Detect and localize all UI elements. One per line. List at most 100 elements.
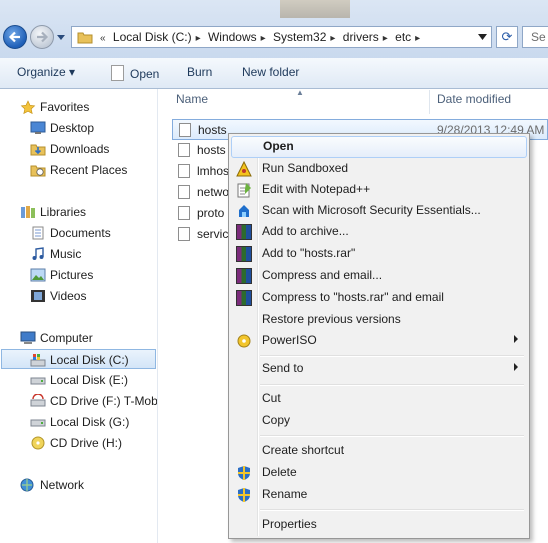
menu-item-poweriso[interactable]: PowerISO: [231, 330, 527, 352]
burn-button[interactable]: Burn: [187, 65, 212, 79]
column-header-name[interactable]: Name: [176, 92, 208, 106]
breadcrumb-windows[interactable]: Windows: [208, 30, 257, 44]
menu-cut-label: Cut: [262, 391, 281, 405]
context-menu: Open Run Sandboxed Edit with Notepad++ S…: [228, 133, 530, 539]
chevron-right-icon[interactable]: ▸: [196, 33, 201, 44]
forward-button[interactable]: [30, 25, 54, 49]
videos-icon: [31, 290, 45, 302]
menu-delete-label: Delete: [262, 465, 297, 479]
chevron-right-icon[interactable]: ▸: [330, 33, 335, 44]
menu-item-open[interactable]: Open: [231, 136, 527, 158]
menu-copy-label: Copy: [262, 413, 291, 427]
breadcrumb-system32[interactable]: System32: [273, 30, 326, 44]
pane-divider[interactable]: [157, 89, 158, 543]
menu-item-restore-versions[interactable]: Restore previous versions: [231, 309, 527, 331]
menu-item-properties[interactable]: Properties: [231, 514, 527, 536]
winrar-icon: [236, 268, 252, 284]
organize-button[interactable]: Organize ▾: [17, 65, 75, 79]
menu-item-rename[interactable]: Rename: [231, 484, 527, 506]
search-input[interactable]: Se: [522, 26, 548, 48]
menu-shortcut-label: Create shortcut: [262, 443, 345, 457]
open-button[interactable]: Open: [111, 65, 159, 81]
cd-drive-icon: [30, 394, 46, 407]
nav-recent-label: Recent Places: [50, 163, 128, 177]
poweriso-disc-icon: [237, 334, 251, 348]
menu-item-add-archive[interactable]: Add to archive...: [231, 221, 527, 243]
security-essentials-icon: [239, 205, 249, 217]
recent-pages-dropdown[interactable]: [56, 32, 66, 42]
menu-restore-label: Restore previous versions: [262, 312, 401, 326]
address-box[interactable]: « Local Disk (C:) ▸ Windows ▸ System32 ▸ dr…: [71, 26, 492, 48]
music-icon: [32, 247, 44, 260]
folder-icon: [77, 32, 93, 44]
submenu-arrow-icon: [514, 335, 518, 343]
drive-icon: [30, 419, 46, 427]
nav-drive-g-label: Local Disk (G:): [50, 415, 130, 429]
menu-item-cut[interactable]: Cut: [231, 388, 527, 410]
menu-item-scan-mse[interactable]: Scan with Microsoft Security Essentials.…: [231, 200, 527, 222]
submenu-arrow-icon: [514, 363, 518, 371]
menu-separator: [260, 355, 524, 357]
breadcrumb-etc[interactable]: etc: [395, 30, 411, 44]
file-name: proto: [197, 206, 225, 220]
documents-icon: [32, 226, 44, 240]
chevron-right-icon[interactable]: ▸: [261, 33, 266, 44]
column-header-date[interactable]: Date modified: [437, 92, 511, 106]
file-name: lmhos: [197, 164, 230, 178]
back-button[interactable]: [3, 25, 27, 49]
menu-item-add-rar[interactable]: Add to "hosts.rar": [231, 243, 527, 265]
winrar-icon: [236, 224, 252, 240]
refresh-button[interactable]: ⟳: [496, 26, 518, 48]
nav-videos-label: Videos: [50, 289, 87, 303]
recent-places-icon: [30, 165, 46, 177]
menu-item-create-shortcut[interactable]: Create shortcut: [231, 440, 527, 462]
sandbox-icon: [236, 161, 252, 177]
cd-disc-icon: [31, 436, 45, 450]
file-icon: [178, 227, 190, 241]
nav-libraries-label: Libraries: [40, 205, 87, 219]
chevron-right-icon[interactable]: ▸: [415, 33, 420, 44]
file-icon: [179, 123, 191, 137]
menu-item-send-to[interactable]: Send to: [231, 358, 527, 380]
downloads-folder-icon: [30, 144, 46, 156]
menu-open-label: Open: [263, 139, 294, 153]
file-name: netwo: [197, 185, 230, 199]
winrar-icon: [236, 246, 252, 262]
menu-item-run-sandboxed[interactable]: Run Sandboxed: [231, 158, 527, 180]
menu-separator: [260, 384, 524, 386]
new-folder-button[interactable]: New folder: [242, 65, 299, 79]
nav-drive-f-label: CD Drive (F:) T-Mob: [50, 394, 158, 408]
menu-add-archive-label: Add to archive...: [262, 224, 349, 238]
menu-scan-label: Scan with Microsoft Security Essentials.…: [262, 203, 481, 217]
nav-drive-c[interactable]: Local Disk (C:): [1, 349, 156, 369]
open-label: Open: [130, 67, 160, 81]
menu-item-compress-email[interactable]: Compress and email...: [231, 265, 527, 287]
nav-drive-c-label: Local Disk (C:): [50, 353, 129, 367]
menu-add-rar-label: Add to "hosts.rar": [262, 246, 356, 260]
menu-rename-label: Rename: [262, 487, 308, 501]
nav-pictures-label: Pictures: [50, 268, 94, 282]
file-icon: [178, 164, 190, 178]
breadcrumb-overflow[interactable]: «: [100, 33, 106, 44]
menu-item-compress-rar-email[interactable]: Compress to "hosts.rar" and email: [231, 287, 527, 309]
chevron-right-icon[interactable]: ▸: [383, 33, 388, 44]
menu-item-copy[interactable]: Copy: [231, 410, 527, 432]
menu-item-delete[interactable]: Delete: [231, 462, 527, 484]
sort-ascending-icon: ▲: [296, 88, 304, 97]
network-icon: [20, 478, 34, 492]
nav-network-label: Network: [40, 478, 85, 492]
arrow-right-icon: [37, 31, 49, 43]
desktop-icon: [30, 121, 46, 134]
file-name: hosts: [198, 123, 227, 137]
star-icon: [20, 100, 36, 114]
refresh-icon: ⟳: [501, 29, 513, 44]
nav-downloads-label: Downloads: [50, 142, 110, 156]
breadcrumb-drivers[interactable]: drivers: [343, 30, 379, 44]
menu-item-edit-notepad[interactable]: Edit with Notepad++: [231, 179, 527, 201]
breadcrumb-local-disk[interactable]: Local Disk (C:): [113, 30, 192, 44]
menu-sandbox-label: Run Sandboxed: [262, 161, 349, 175]
chevron-down-icon[interactable]: [478, 33, 487, 41]
column-divider[interactable]: [429, 90, 430, 114]
nav-music-label: Music: [50, 247, 82, 261]
nav-desktop-label: Desktop: [50, 121, 95, 135]
